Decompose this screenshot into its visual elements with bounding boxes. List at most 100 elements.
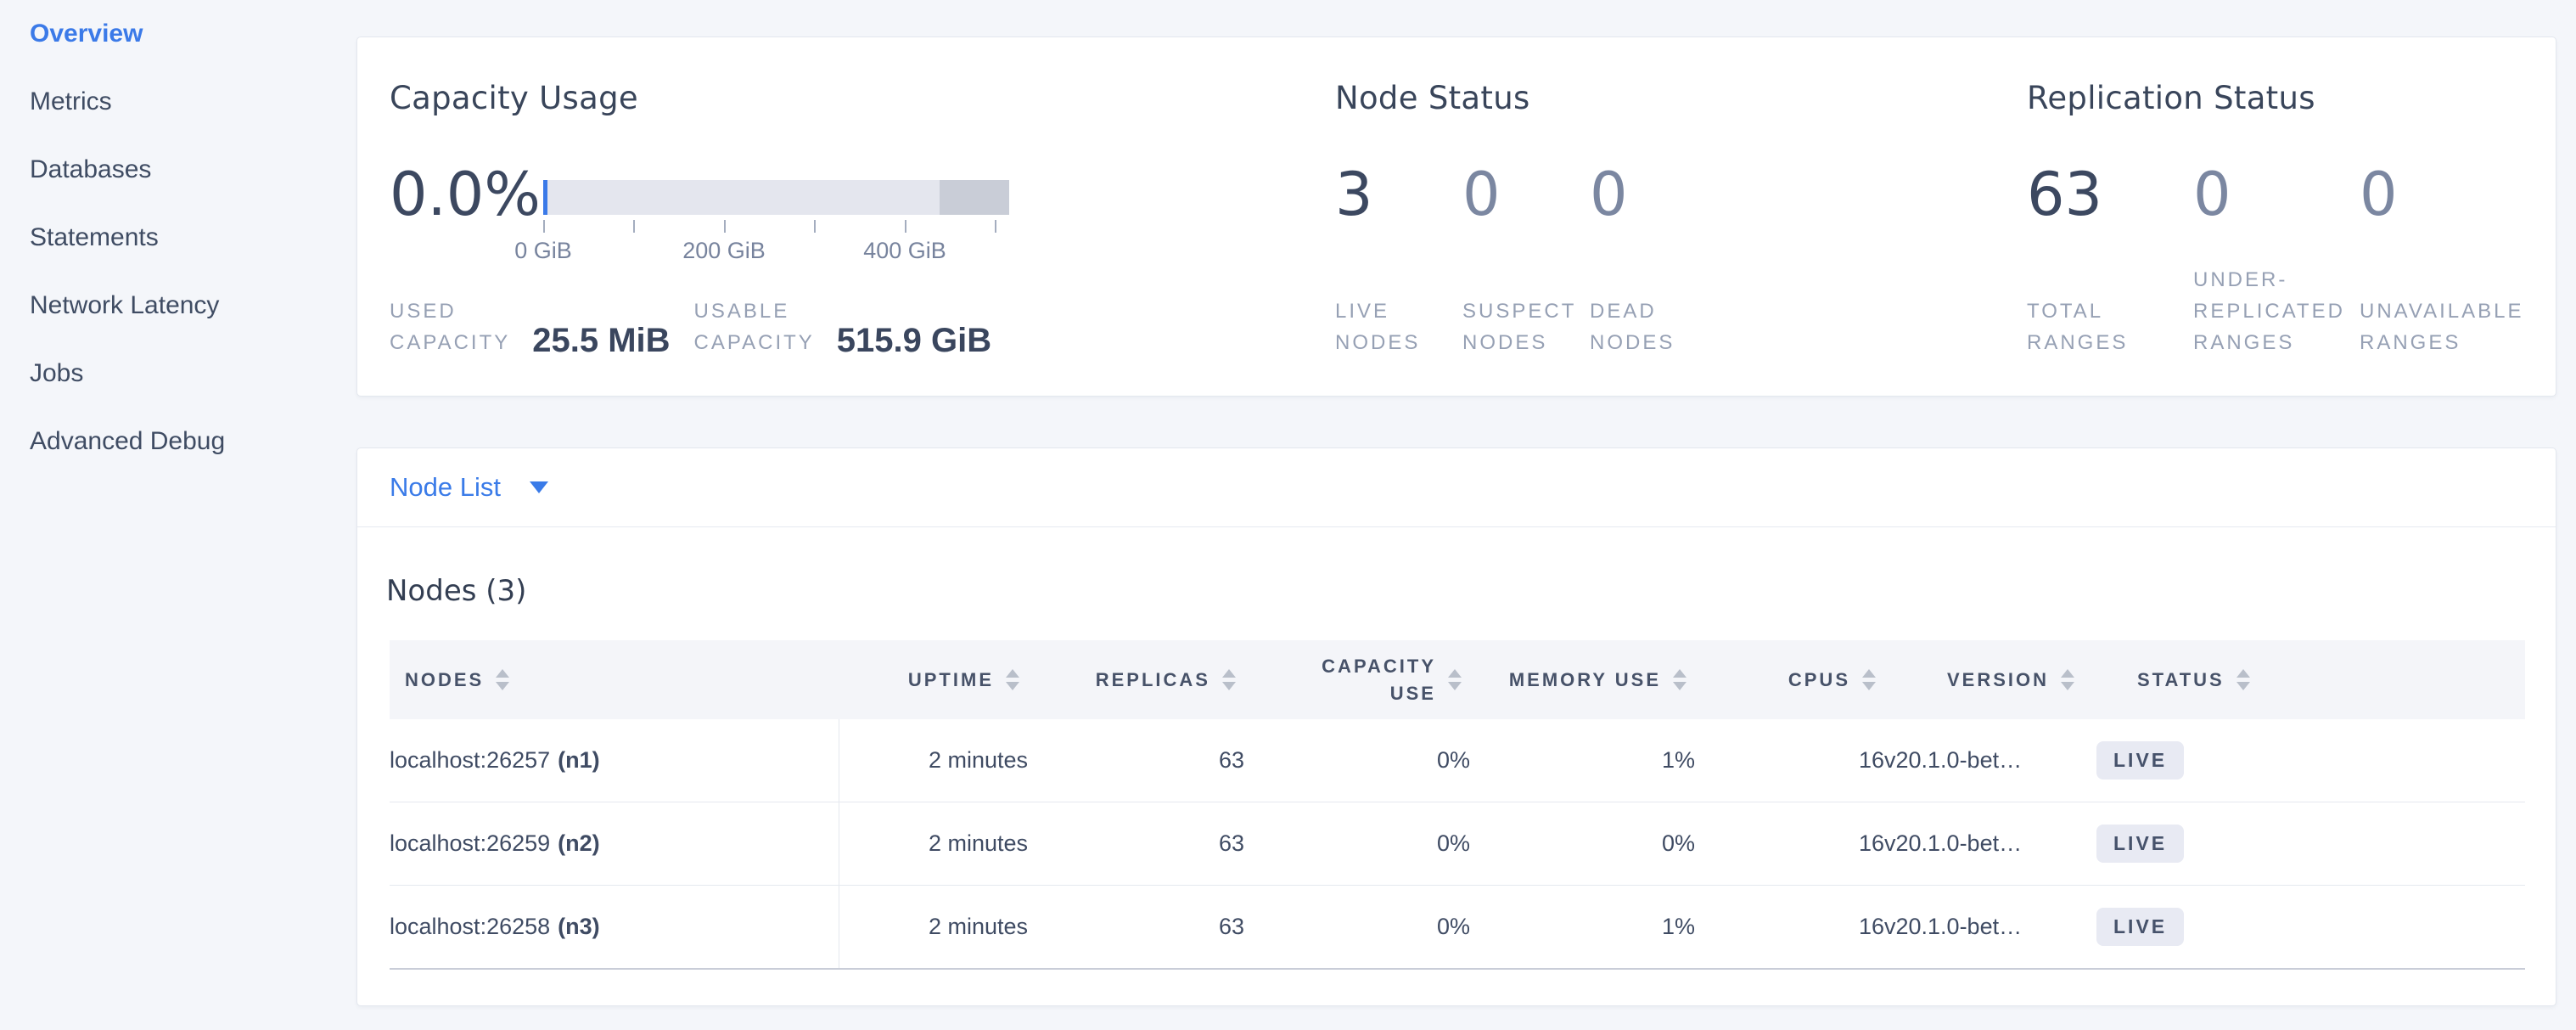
replication-status-title: Replication Status [2027,80,2315,116]
sort-icon [1673,669,1686,690]
column-header-replicas[interactable]: REPLICAS [1028,640,1244,719]
total-ranges-count: 63 [2027,165,2193,224]
table-row: localhost:26258(n3) 2 minutes 63 0% 1% 1… [390,886,2525,970]
capacity-use-cell: 0% [1244,802,1470,886]
sort-icon [2236,669,2250,690]
status-cell: LIVE [2096,802,2525,886]
uptime-cell: 2 minutes [839,719,1028,802]
node-status-values: 3 0 0 [1335,165,1717,224]
used-capacity-label: USED CAPACITY [390,295,510,358]
sidebar-item-databases[interactable]: Databases [0,136,348,204]
cpus-cell: 16 [1695,802,1884,886]
replication-values: 63 0 0 [2027,165,2526,224]
cockroachdb-overview-page: Overview Metrics Databases Statements Ne… [0,0,2576,1030]
nodes-table: NODES UPTIME REPLICAS CAPACITY USE MEMOR… [390,640,2525,970]
capacity-bar-used-segment [543,180,547,215]
unavailable-ranges-label: UNAVAILABLE RANGES [2360,295,2526,358]
usable-capacity-label: USABLE CAPACITY [694,295,815,358]
status-badge: LIVE [2096,825,2184,863]
table-row: localhost:26257(n1) 2 minutes 63 0% 1% 1… [390,719,2525,802]
total-ranges-label: TOTAL RANGES [2027,295,2193,358]
dead-nodes-label: DEAD NODES [1590,295,1717,358]
capacity-stats: USED CAPACITY 25.5 MiB USABLE CAPACITY 5… [390,295,991,358]
node-address-cell[interactable]: localhost:26258(n3) [390,886,839,970]
status-cell: LIVE [2096,886,2525,970]
capacity-axis-ticks [543,220,1009,233]
suspect-nodes-label: SUSPECT NODES [1462,295,1590,358]
nodes-section-title: Nodes (3) [386,574,526,608]
usable-capacity-value: 515.9 GiB [837,323,991,358]
sort-icon [2061,669,2074,690]
replicas-cell: 63 [1028,886,1244,970]
node-address-cell[interactable]: localhost:26259(n2) [390,802,839,886]
sidebar-item-metrics[interactable]: Metrics [0,68,348,136]
capacity-use-cell: 0% [1244,886,1470,970]
table-row: localhost:26259(n2) 2 minutes 63 0% 0% 1… [390,802,2525,886]
node-id: (n3) [558,914,600,939]
uptime-cell: 2 minutes [839,802,1028,886]
node-address-cell[interactable]: localhost:26257(n1) [390,719,839,802]
sidebar-item-statements[interactable]: Statements [0,204,348,272]
chevron-down-icon [530,481,548,493]
replicas-cell: 63 [1028,802,1244,886]
column-header-version[interactable]: VERSION [1884,640,2096,719]
sort-icon [1006,669,1019,690]
cluster-summary-card: Capacity Usage 0.0% 0 GiB 200 GiB 400 Gi… [356,37,2556,397]
column-header-status[interactable]: STATUS [2096,640,2525,719]
sidebar-item-network-latency[interactable]: Network Latency [0,272,348,340]
live-nodes-count: 3 [1335,165,1462,224]
status-cell: LIVE [2096,719,2525,802]
node-id: (n2) [558,830,600,856]
memory-use-cell: 0% [1470,802,1695,886]
node-list-dropdown-label: Node List [390,472,501,503]
column-header-nodes[interactable]: NODES [390,640,839,719]
sort-icon [496,669,509,690]
axis-label: 200 GiB [682,238,766,264]
dead-nodes-count: 0 [1590,165,1717,224]
used-capacity-value: 25.5 MiB [532,323,670,358]
sort-icon [1448,669,1462,690]
node-list-card: Node List Nodes (3) NODES UPTIME [356,447,2556,1006]
sidebar-nav: Overview Metrics Databases Statements Ne… [0,0,348,1030]
memory-use-cell: 1% [1470,719,1695,802]
used-capacity-stat: USED CAPACITY 25.5 MiB [390,295,671,358]
sort-icon [1222,669,1236,690]
axis-label: 0 GiB [514,238,572,264]
capacity-bar-chart: 0 GiB 200 GiB 400 GiB [543,180,1009,265]
node-list-dropdown[interactable]: Node List [357,448,2556,527]
column-header-capacity-use[interactable]: CAPACITY USE [1244,640,1470,719]
axis-label: 400 GiB [863,238,946,264]
capacity-used-percent: 0.0% [390,165,541,224]
sidebar-item-advanced-debug[interactable]: Advanced Debug [0,408,348,476]
uptime-cell: 2 minutes [839,886,1028,970]
capacity-bar-reserved-segment [940,180,1009,215]
replication-status-section: Replication Status 63 0 0 TOTAL RANGES U… [2027,37,2553,396]
under-replicated-ranges-count: 0 [2193,165,2360,224]
replicas-cell: 63 [1028,719,1244,802]
usable-capacity-stat: USABLE CAPACITY 515.9 GiB [694,295,992,358]
version-cell: v20.1.0-bet… [1884,802,2096,886]
capacity-axis-labels: 0 GiB 200 GiB 400 GiB [543,238,1009,265]
sidebar-item-jobs[interactable]: Jobs [0,340,348,408]
capacity-bar-track [543,180,1009,215]
cpus-cell: 16 [1695,719,1884,802]
node-status-labels: LIVE NODES SUSPECT NODES DEAD NODES [1335,295,1717,358]
sidebar-item-overview[interactable]: Overview [0,0,348,68]
column-header-memory-use[interactable]: MEMORY USE [1470,640,1695,719]
version-cell: v20.1.0-bet… [1884,719,2096,802]
table-header-row: NODES UPTIME REPLICAS CAPACITY USE MEMOR… [390,640,2525,719]
live-nodes-label: LIVE NODES [1335,295,1462,358]
capacity-use-cell: 0% [1244,719,1470,802]
node-status-title: Node Status [1335,80,1530,116]
sort-icon [1862,669,1876,690]
node-id: (n1) [558,747,600,773]
memory-use-cell: 1% [1470,886,1695,970]
column-header-uptime[interactable]: UPTIME [839,640,1028,719]
status-badge: LIVE [2096,741,2184,780]
status-badge: LIVE [2096,908,2184,946]
unavailable-ranges-count: 0 [2360,165,2526,224]
column-header-cpus[interactable]: CPUS [1695,640,1884,719]
cpus-cell: 16 [1695,886,1884,970]
suspect-nodes-count: 0 [1462,165,1590,224]
node-status-section: Node Status 3 0 0 LIVE NODES SUSPECT NOD… [1335,37,2023,396]
